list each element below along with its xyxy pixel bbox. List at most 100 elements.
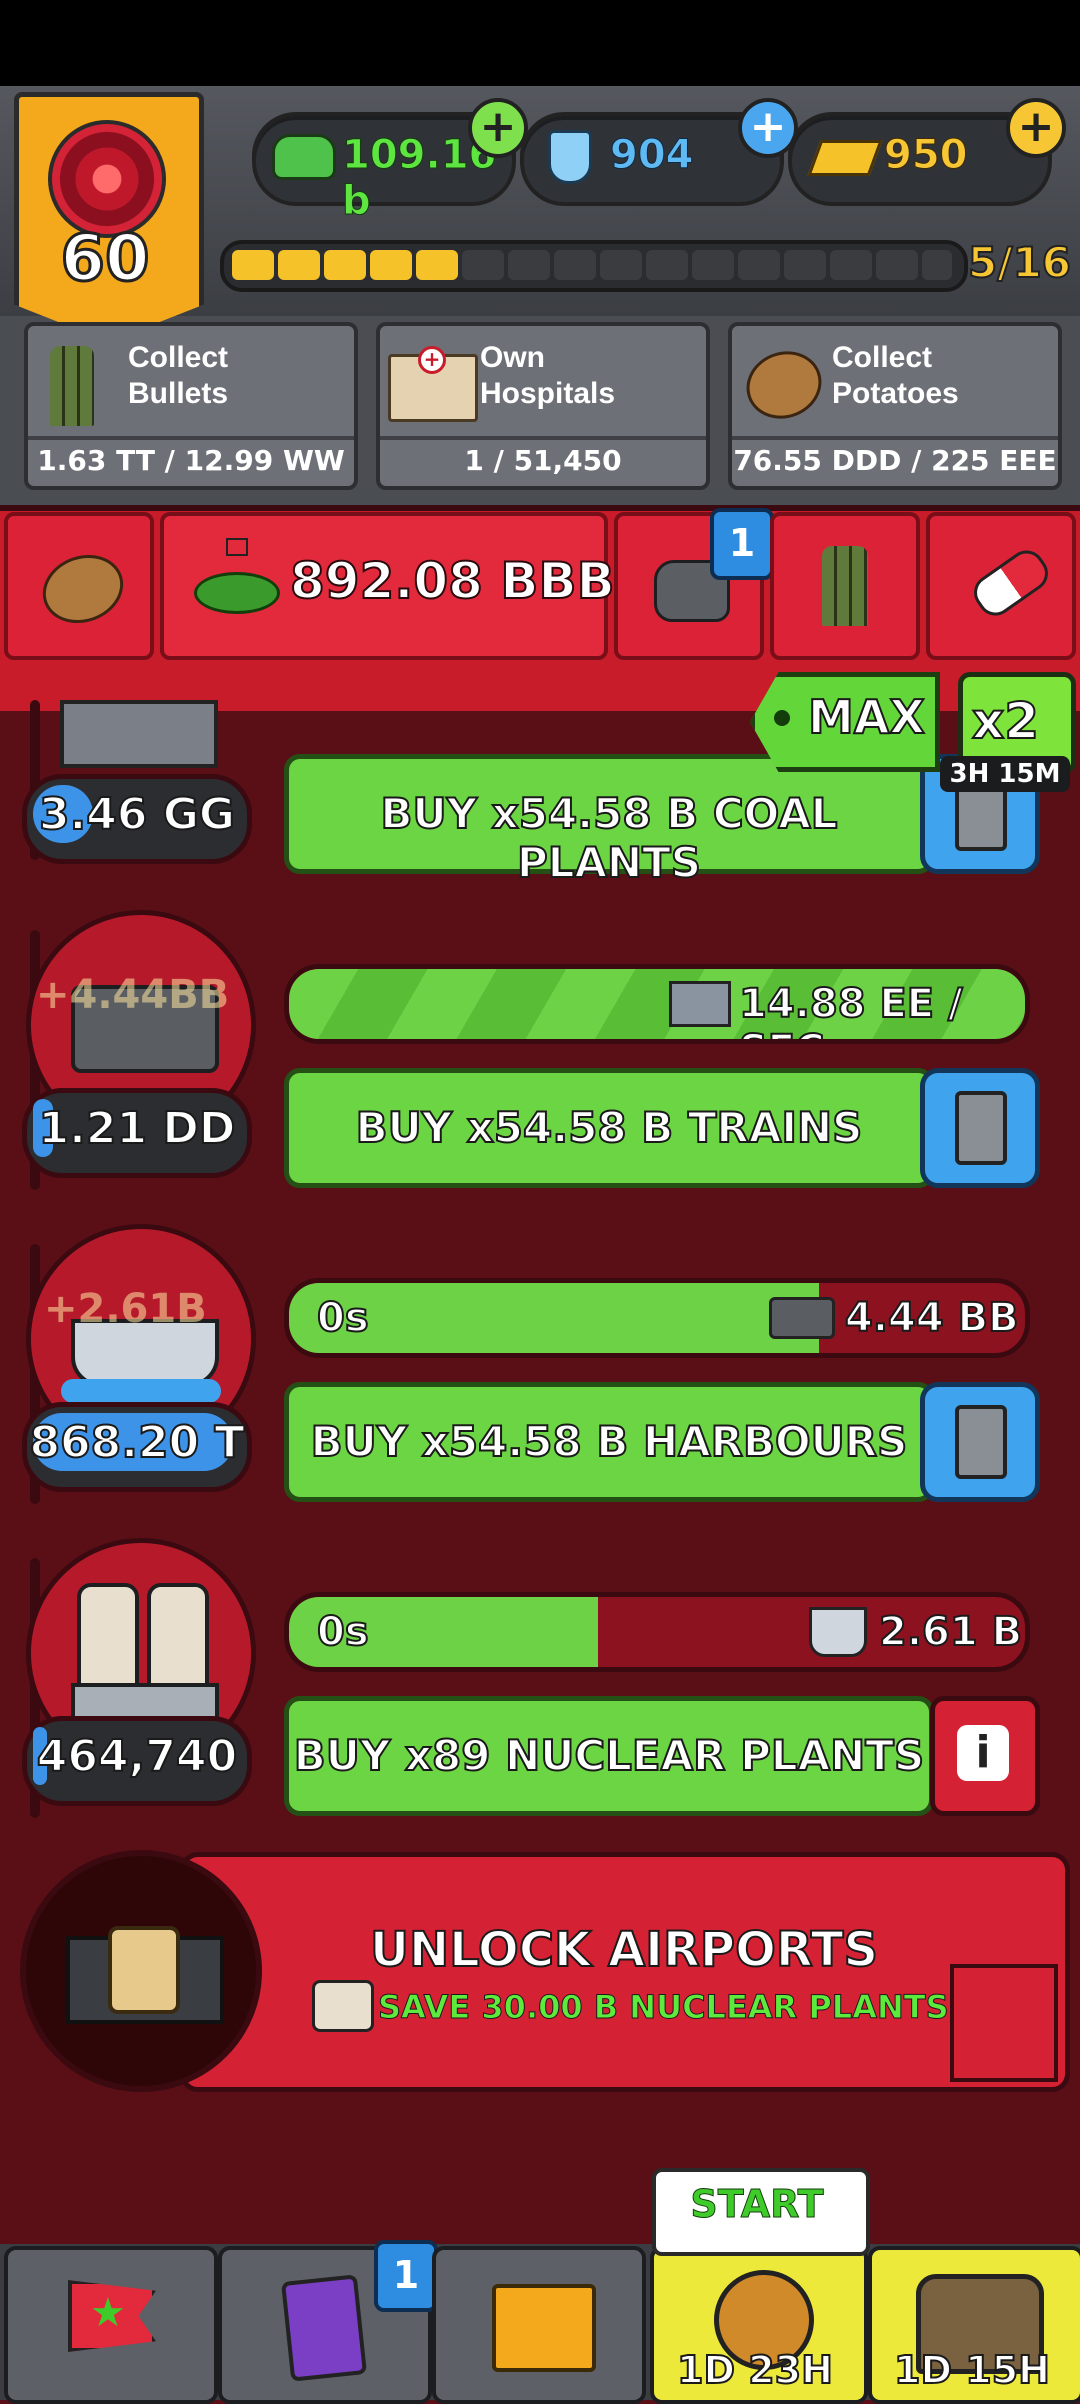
progress-segment	[922, 250, 952, 280]
army-cap-icon	[272, 134, 336, 180]
progress-segment	[370, 250, 412, 280]
quest-own-hospitals[interactable]: + Own Hospitals 1 / 51,450	[376, 322, 710, 490]
tag-hole-icon	[774, 710, 790, 726]
coal-plants-count-value: 3.46 GG	[38, 788, 236, 841]
quest-collect-potatoes[interactable]: Collect Potatoes 76.55 DDD / 225 EEE	[728, 322, 1062, 490]
x2-boost-timer: 3H 15M	[940, 756, 1070, 792]
flask-icon	[548, 130, 592, 184]
card-icon	[955, 1091, 1007, 1165]
progress-segment	[784, 250, 826, 280]
progress-segment	[416, 250, 458, 280]
progress-segment	[876, 250, 918, 280]
coal-plants-count: 3.46 GG	[22, 774, 252, 864]
quest-progress: 1 / 51,450	[464, 444, 622, 477]
event-timer: 1D 23H	[676, 2347, 834, 2393]
nuclear-plants-timer: 0s	[316, 1608, 370, 1656]
add-gold-button[interactable]: +	[1006, 98, 1066, 158]
buy-coal-plants-button[interactable]: BUY x54.58 B COAL PLANTS	[284, 754, 934, 888]
train-icon	[769, 1297, 835, 1339]
factory-icon	[669, 981, 731, 1027]
quest-progress: 76.55 DDD / 225 EEE	[733, 444, 1057, 477]
coal-plant-icon	[60, 700, 218, 768]
nuclear-plants-count: 464,740	[22, 1716, 252, 1806]
add-cash-button[interactable]: +	[468, 98, 528, 158]
land-flag-icon	[194, 572, 280, 614]
nuclear-plants-count-value: 464,740	[36, 1730, 238, 1783]
buy-nuclear-plants-button[interactable]: BUY x89 NUCLEAR PLANTS	[284, 1696, 934, 1816]
padlock-icon	[108, 1926, 180, 2014]
quest-divider	[380, 436, 706, 440]
progress-segment	[324, 250, 366, 280]
pill-icon	[967, 543, 1055, 623]
buy-trains-label: BUY x54.58 B TRAINS	[355, 1102, 864, 1153]
buy-harbours-button[interactable]: BUY x54.58 B HARBOURS	[284, 1382, 934, 1502]
quest-divider	[28, 436, 354, 440]
harbours-production: 4.44 BB	[844, 1294, 1020, 1342]
buy-nuclear-plants-label: BUY x89 NUCLEAR PLANTS	[293, 1730, 925, 1781]
info-icon: i	[957, 1725, 1009, 1781]
red-cross-icon: +	[418, 346, 446, 374]
harbours-timer: 0s	[316, 1294, 370, 1342]
unlock-airports-title: UNLOCK AIRPORTS	[369, 1921, 879, 1979]
trains-production-bar: 14.88 EE / SEC	[284, 964, 1030, 1044]
harbours-floating-income: +2.61B	[44, 1286, 207, 1332]
potato-icon	[33, 543, 133, 635]
level-progress-label: 5/16	[967, 237, 1072, 288]
cards-icon	[280, 2274, 368, 2382]
rank-gear-icon	[48, 120, 166, 238]
buy-trains-button[interactable]: BUY x54.58 B TRAINS	[284, 1068, 934, 1188]
flag-icon	[226, 538, 248, 556]
quest-progress: 1.63 TT / 12.99 WW	[37, 444, 345, 477]
chest-timer: 1D 15H	[893, 2347, 1051, 2393]
x2-boost-label: x2	[971, 691, 1040, 751]
progress-segment	[738, 250, 780, 280]
progress-segment	[646, 250, 688, 280]
trains-count-value: 1.21 DD	[38, 1102, 237, 1155]
progress-segment	[232, 250, 274, 280]
trains-card-button[interactable]	[920, 1068, 1040, 1188]
buy-amount-label: MAX	[807, 689, 926, 745]
gold-value: 950	[884, 132, 968, 179]
cooling-tower-icon	[147, 1583, 209, 1691]
star-icon: ★	[90, 2290, 126, 2336]
trains-count: 1.21 DD	[22, 1088, 252, 1178]
water-icon	[61, 1379, 221, 1403]
progress-segment	[554, 250, 596, 280]
harbours-count-value: 868.20 T	[28, 1416, 245, 1469]
ship-icon	[809, 1607, 867, 1657]
progress-segment	[462, 250, 504, 280]
trains-floating-income: +4.44BB	[36, 972, 230, 1018]
tab-potatoes[interactable]	[4, 512, 154, 660]
trains-production-rate: 14.88 EE / SEC	[738, 980, 964, 1039]
event-start-label: START	[690, 2182, 824, 2227]
main-resource-value: 892.08 BBB	[289, 551, 616, 611]
quest-divider	[732, 436, 1058, 440]
nuclear-plants-info-button[interactable]: i	[930, 1696, 1040, 1816]
buy-harbours-label: BUY x54.58 B HARBOURS	[310, 1416, 909, 1467]
quest-title-line1: Own	[480, 341, 545, 374]
nuclear-plants-production-bar: 0s 2.61 B	[284, 1592, 1030, 1672]
progress-segment	[692, 250, 734, 280]
nav-campaign[interactable]: ★	[4, 2246, 218, 2404]
gold-bar-icon	[807, 140, 883, 176]
nav-missions[interactable]	[432, 2246, 646, 2404]
harbours-card-button[interactable]	[920, 1382, 1040, 1502]
bullets-icon	[822, 546, 868, 626]
progress-segment	[278, 250, 320, 280]
quest-title-line2: Bullets	[128, 377, 229, 410]
cooling-tower-icon	[77, 1583, 139, 1691]
potato-icon	[737, 340, 831, 430]
tab-bullets[interactable]	[770, 512, 920, 660]
bullets-icon	[50, 346, 94, 426]
ore-notification-badge: 1	[710, 508, 774, 580]
progress-segment	[830, 250, 872, 280]
level-progress-bar	[220, 240, 968, 292]
player-level: 60	[59, 221, 151, 298]
tab-medicine[interactable]	[926, 512, 1076, 660]
harbours-count: 868.20 T	[22, 1402, 252, 1492]
quest-title-line2: Potatoes	[832, 377, 959, 410]
progress-segment	[508, 250, 550, 280]
quest-collect-bullets[interactable]: Collect Bullets 1.63 TT / 12.99 WW	[24, 322, 358, 490]
progress-segment	[600, 250, 642, 280]
nuclear-plant-mini-icon	[312, 1980, 374, 2032]
